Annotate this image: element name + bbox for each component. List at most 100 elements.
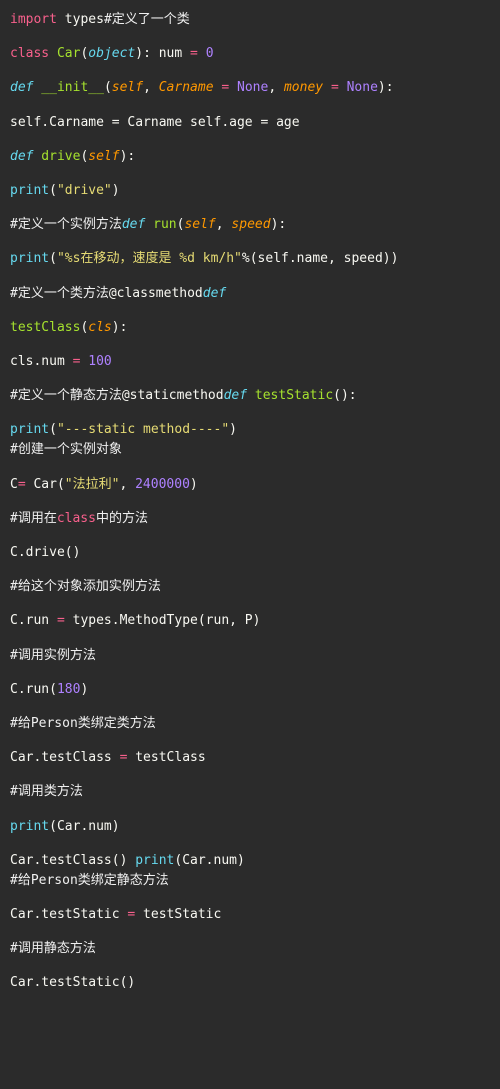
param-self: self [112,80,143,95]
text: ) [112,183,120,198]
text [339,80,347,95]
code-line: C.run = types.MethodType(run, P) [10,611,490,631]
text: , [143,80,159,95]
operator: = [221,80,229,95]
code-line: Car.testStatic() [10,973,490,993]
comment: #创建一个实例对象 [10,440,490,460]
func-call: print [10,183,49,198]
text: (): [333,388,356,403]
text: %(self.name, speed)) [242,251,399,266]
text: testStatic [135,907,221,922]
operator: = [57,613,65,628]
string: "%s在移动，速度是 %d km/h" [57,251,242,266]
text: types.MethodType(run, P) [65,613,261,628]
code-line: self.Carname = Carname self.age = age [10,113,490,133]
decorator: @staticmethod [122,388,224,403]
keyword-def: def [122,217,145,232]
text: types [57,12,104,27]
func-name: drive [33,149,80,164]
operator: = [18,477,26,492]
comment: #调用静态方法 [10,939,490,959]
code-line: #调用在class中的方法 [10,509,490,529]
func-name: testClass [10,320,80,335]
comment: 中的方法 [96,511,148,526]
keyword-import: import [10,12,57,27]
text: C.run( [10,682,57,697]
func-name: run [145,217,176,232]
comment: #给Person类绑定类方法 [10,714,490,734]
text: ): [271,217,287,232]
code-line: #定义一个实例方法def run(self, speed): [10,215,490,235]
operator: = [331,80,339,95]
text: C [10,477,18,492]
number: 180 [57,682,80,697]
text: (Car.num) [174,853,244,868]
code-line: print("%s在移动，速度是 %d km/h"%(self.name, sp… [10,249,490,269]
text: ): [135,46,151,61]
text: ) [229,422,237,437]
code-line: import types#定义了一个类 [10,10,490,30]
func-call: print [10,819,49,834]
text: Car.testClass [10,750,120,765]
number: 100 [80,354,111,369]
decorator: @classmethod [109,286,203,301]
code-line: C= Car("法拉利", 2400000) [10,475,490,495]
code-line: Car.testClass = testClass [10,748,490,768]
none-literal: None [237,80,268,95]
text: ) [190,477,198,492]
text: , [268,80,284,95]
code-line: print("drive") [10,181,490,201]
code-line: print(Car.num) [10,817,490,837]
param: speed [231,217,270,232]
code-line: class Car(object): num = 0 [10,44,490,64]
keyword-def: def [10,80,33,95]
number: 0 [198,46,214,61]
text: ): [120,149,136,164]
code-editor[interactable]: import types#定义了一个类 class Car(object): n… [10,10,490,994]
code-line: C.run(180) [10,680,490,700]
text: Car.testStatic [10,907,127,922]
keyword-class: class [57,511,96,526]
text: , [216,217,232,232]
comment: #定义一个类方法 [10,286,109,301]
func-name: __init__ [33,80,103,95]
code-line: def drive(self): [10,147,490,167]
text: ): [112,320,128,335]
text: Car.testClass() [10,853,135,868]
param-self: self [88,149,119,164]
func-call: print [10,251,49,266]
string: "---static method----" [57,422,229,437]
none-literal: None [347,80,378,95]
keyword-object: object [88,46,135,61]
code-line: Car.testClass() print(Car.num) [10,851,490,871]
param: Carname [159,80,214,95]
keyword-def: def [203,286,226,301]
text: ): [378,80,394,95]
func-call: print [135,853,174,868]
text: ( [49,422,57,437]
text: ) [80,682,88,697]
comment: #定义一个实例方法 [10,217,122,232]
text: ( [104,80,112,95]
code-line: Car.testStatic = testStatic [10,905,490,925]
text: ( [49,183,57,198]
comment: #调用类方法 [10,782,490,802]
comment: #给Person类绑定静态方法 [10,871,490,891]
code-line: testClass(cls): [10,318,490,338]
text: Car( [26,477,65,492]
param: cls [88,320,111,335]
text: cls.num [10,354,73,369]
comment: #定义了一个类 [104,12,190,27]
number: 2400000 [135,477,190,492]
func-call: print [10,422,49,437]
text [229,80,237,95]
param-self: self [184,217,215,232]
text: C.run [10,613,57,628]
string: "drive" [57,183,112,198]
text: testClass [127,750,205,765]
param: money [284,80,323,95]
text: , [119,477,135,492]
code-line: def __init__(self, Carname = None, money… [10,78,490,98]
text [323,80,331,95]
keyword-def: def [10,149,33,164]
